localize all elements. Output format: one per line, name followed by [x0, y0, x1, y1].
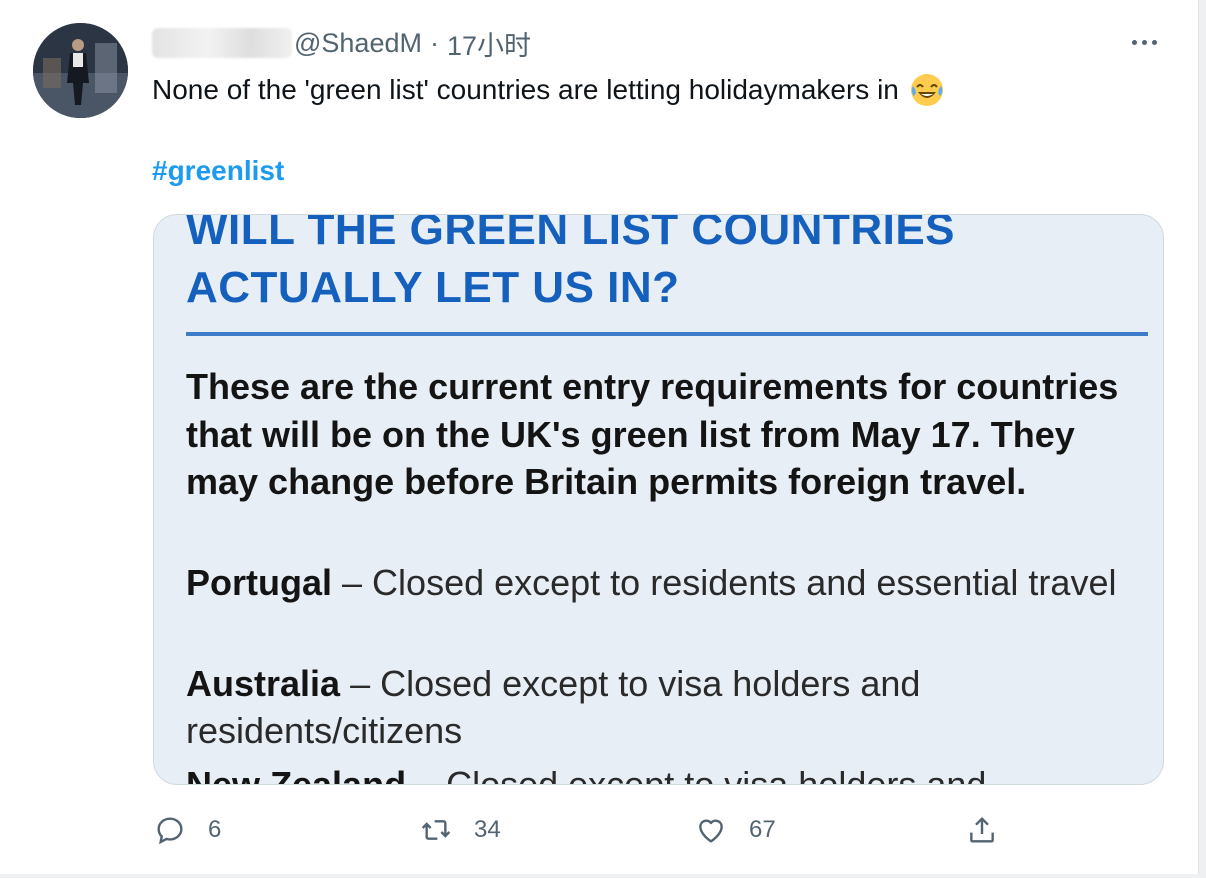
tweet-media-image[interactable]: WILL THE GREEN LIST COUNTRIES ACTUALLY L…	[153, 214, 1164, 785]
country-name: New Zealand	[186, 764, 407, 785]
like-count: 67	[749, 816, 776, 843]
headline-divider	[186, 332, 1148, 336]
country-entry: Portugal – Closed except to residents an…	[186, 559, 1146, 606]
separator-dot: ·	[429, 27, 439, 58]
bottom-divider	[0, 874, 1206, 878]
entry-dash: –	[406, 764, 447, 785]
country-entry: Australia – Closed except to visa holder…	[186, 660, 1146, 754]
user-handle[interactable]: @ShaedM	[294, 28, 422, 59]
more-options-icon[interactable]	[1126, 30, 1162, 54]
media-intro-text: These are the current entry requirements…	[186, 366, 1119, 502]
heart-icon	[699, 819, 723, 843]
reply-count: 6	[208, 816, 222, 843]
tweet-timestamp[interactable]: 17小时	[447, 24, 531, 63]
display-name-blurred[interactable]	[152, 28, 292, 58]
hashtag-link[interactable]: #greenlist	[152, 155, 284, 187]
like-button[interactable]: 67	[695, 808, 776, 852]
retweet-button[interactable]: 34	[420, 808, 501, 852]
country-status: Closed except to visa holders and	[446, 764, 987, 785]
tweet-text-content: None of the 'green list' countries are l…	[152, 74, 899, 105]
tweet-header: @ShaedM · 17小时	[152, 24, 531, 63]
country-entry: New Zealand – Closed except to visa hold…	[186, 761, 1146, 785]
right-edge-divider	[1198, 0, 1206, 878]
share-button[interactable]	[966, 808, 1020, 852]
country-name: Australia	[186, 663, 341, 704]
retweet-icon	[421, 820, 451, 840]
avatar[interactable]	[33, 23, 128, 118]
media-headline-line2: ACTUALLY LET US IN?	[186, 263, 680, 312]
country-name: Portugal	[186, 562, 333, 603]
share-icon	[970, 816, 994, 843]
country-status: Closed except to residents and essential…	[372, 562, 1117, 603]
tweet-text: None of the 'green list' countries are l…	[152, 72, 945, 108]
entry-dash: –	[332, 562, 373, 603]
tweet-action-bar: 6 34 67	[0, 808, 1206, 852]
avatar-image	[33, 23, 128, 118]
media-headline-line1: WILL THE GREEN LIST COUNTRIES	[186, 214, 956, 254]
tweet[interactable]: @ShaedM · 17小时 None of the 'green list' …	[0, 0, 1206, 878]
reply-icon	[157, 817, 183, 845]
reply-button[interactable]: 6	[154, 808, 221, 852]
entry-dash: –	[340, 663, 381, 704]
media-content: WILL THE GREEN LIST COUNTRIES ACTUALLY L…	[154, 215, 1163, 784]
retweet-count: 34	[474, 816, 501, 843]
laughing-tears-emoji-icon	[909, 72, 945, 108]
